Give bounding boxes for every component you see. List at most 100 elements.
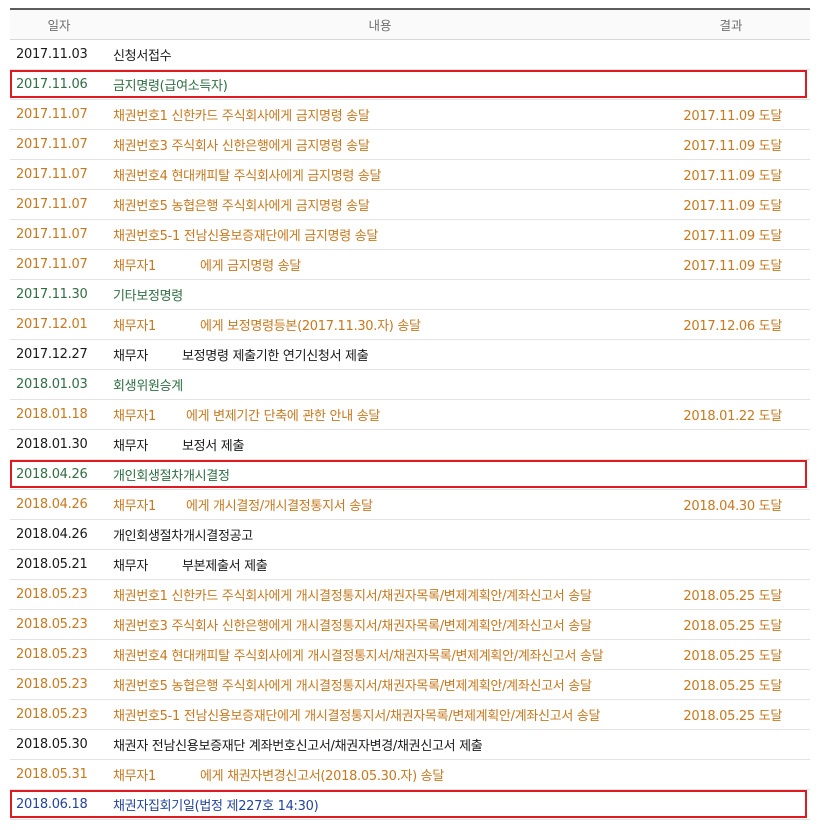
row-content-text: 채권번호1 신한카드 주식회사에게 금지명령 송달: [113, 108, 370, 124]
table-row: 2017.11.07 채권번호3 주식회사 신한은행에게 금지명령 송달 2017.…: [10, 129, 810, 160]
header-date: 일자: [10, 8, 108, 40]
row-content-text: 개인회생절차개시결정공고: [113, 528, 253, 544]
row-result: 2018.05.25 도달: [652, 669, 810, 700]
row-date: 2017.11.07: [10, 189, 108, 220]
row-date: 2018.05.23: [10, 609, 108, 640]
row-content: 채무자1 에게 변제기간 단축에 관한 안내 송달: [108, 399, 652, 430]
row-content-text: 채무자1: [113, 768, 156, 784]
row-date: 2018.04.26: [10, 519, 108, 550]
row-content: 채무자1 에게 보정명령등본(2017.11.30.자) 송달: [108, 309, 652, 340]
row-result: 2017.11.09 도달: [652, 249, 810, 280]
row-content-text: 신청서접수: [113, 48, 172, 64]
row-date: 2017.11.07: [10, 249, 108, 280]
row-result: 2018.05.25 도달: [652, 579, 810, 610]
row-result: [652, 369, 810, 400]
row-content-text-rest: 보정명령 제출기한 연기신청서 제출: [181, 348, 369, 364]
table-row: 2018.05.23 채권번호4 현대캐피탈 주식회사에게 개시결정통지서/채권자…: [10, 639, 810, 670]
table-row: 2017.12.01 채무자1 에게 보정명령등본(2017.11.30.자) 송달…: [10, 309, 810, 340]
row-date: 2018.05.23: [10, 579, 108, 610]
row-date: 2018.01.18: [10, 399, 108, 430]
table-row: 2018.05.30 채권자 전남신용보증재단 계좌번호신고서/채권자변경/채권신…: [10, 729, 810, 760]
row-date: 2017.12.01: [10, 309, 108, 340]
table-row: 2017.11.07 채무자1 에게 금지명령 송달 2017.11.09 도달: [10, 249, 810, 280]
highlight-box: [10, 790, 807, 818]
table-row: 2018.01.30 채무자 보정서 제출: [10, 429, 810, 460]
table-row: 2018.05.23 채권번호5-1 전남신용보증재단에게 개시결정통지서/채권자…: [10, 699, 810, 730]
row-result: 2018.05.25 도달: [652, 639, 810, 670]
row-result: 2018.01.22 도달: [652, 399, 810, 430]
table-row: 2018.05.31 채무자1 에게 채권자변경신고서(2018.05.30.자) …: [10, 759, 810, 790]
row-result: [652, 549, 810, 580]
table-row: 2018.01.03 회생위원승계: [10, 369, 810, 400]
row-content: 채권번호1 신한카드 주식회사에게 개시결정통지서/채권자목록/변제계획안/계좌…: [108, 579, 652, 610]
row-content-text: 채권번호5 농협은행 주식회사에게 개시결정통지서/채권자목록/변제계획안/계좌…: [113, 678, 592, 694]
row-content: 채무자 보정명령 제출기한 연기신청서 제출: [108, 339, 652, 370]
row-content: 채권번호3 주식회사 신한은행에게 개시결정통지서/채권자목록/변제계획안/계좌…: [108, 609, 652, 640]
table-row: 2017.11.07 채권번호1 신한카드 주식회사에게 금지명령 송달 2017.…: [10, 99, 810, 130]
row-result: 2017.12.06 도달: [652, 309, 810, 340]
row-date: 2018.04.26: [10, 489, 108, 520]
case-history-table: 일자 내용 결과 2017.11.03 신청서접수 2017.11.06 금지명령(급…: [10, 8, 810, 820]
row-content: 채무자 부본제출서 제출: [108, 549, 652, 580]
row-date: 2017.11.30: [10, 279, 108, 310]
table-row: 2017.11.30 기타보정명령: [10, 279, 810, 310]
table-row: 2018.04.26 개인회생절차개시결정공고: [10, 519, 810, 550]
row-date: 2018.05.30: [10, 729, 108, 760]
row-result: [652, 759, 810, 790]
row-content: 개인회생절차개시결정공고: [108, 519, 652, 550]
row-content-text: 채권번호3 주식회사 신한은행에게 개시결정통지서/채권자목록/변제계획안/계좌…: [113, 618, 592, 634]
row-content-text-rest: 에게 금지명령 송달: [199, 258, 301, 274]
row-date: 2018.01.03: [10, 369, 108, 400]
row-content: 채무자1 에게 개시결정/개시결정통지서 송달: [108, 489, 652, 520]
case-progress-panel: 일자 내용 결과 2017.11.03 신청서접수 2017.11.06 금지명령(급…: [0, 0, 820, 830]
row-date: 2017.11.07: [10, 99, 108, 130]
row-date: 2018.05.23: [10, 669, 108, 700]
row-date: 2018.05.21: [10, 549, 108, 580]
row-content-text: 채권번호5-1 전남신용보증재단에게 금지명령 송달: [113, 228, 379, 244]
row-content-text-rest: 에게 채권자변경신고서(2018.05.30.자) 송달: [199, 768, 445, 784]
row-content-text: 채권번호5-1 전남신용보증재단에게 개시결정통지서/채권자목록/변제계획안/계…: [113, 708, 601, 724]
row-content: 채권번호1 신한카드 주식회사에게 금지명령 송달: [108, 99, 652, 130]
row-content-text: 채권번호4 현대캐피탈 주식회사에게 개시결정통지서/채권자목록/변제계획안/계…: [113, 648, 604, 664]
row-content: 채권자 전남신용보증재단 계좌번호신고서/채권자변경/채권신고서 제출: [108, 729, 652, 760]
row-result: 2018.05.25 도달: [652, 699, 810, 730]
table-row: 2017.11.07 채권번호5-1 전남신용보증재단에게 금지명령 송달 2017…: [10, 219, 810, 250]
row-content-text: 채권번호4 현대캐피탈 주식회사에게 금지명령 송달: [113, 168, 382, 184]
row-content-text: 기타보정명령: [113, 288, 183, 304]
row-content: 신청서접수: [108, 39, 652, 70]
row-content-text-rest: 에게 개시결정/개시결정통지서 송달: [185, 498, 373, 514]
row-date: 2017.11.07: [10, 129, 108, 160]
row-content-text: 채권번호1 신한카드 주식회사에게 개시결정통지서/채권자목록/변제계획안/계좌…: [113, 588, 592, 604]
row-content: 채무자1 에게 채권자변경신고서(2018.05.30.자) 송달: [108, 759, 652, 790]
row-result: 2018.05.25 도달: [652, 609, 810, 640]
row-result: [652, 729, 810, 760]
row-date: 2017.11.07: [10, 159, 108, 190]
row-content-text: 채무자1: [113, 498, 156, 514]
row-result: [652, 429, 810, 460]
table-row: 2018.04.26 채무자1 에게 개시결정/개시결정통지서 송달 2018.04.…: [10, 489, 810, 520]
row-content: 채권번호4 현대캐피탈 주식회사에게 개시결정통지서/채권자목록/변제계획안/계…: [108, 639, 652, 670]
row-content-text: 채무자: [113, 558, 148, 574]
highlight-box: [10, 70, 807, 98]
row-date: 2018.05.23: [10, 639, 108, 670]
row-result: 2018.04.30 도달: [652, 489, 810, 520]
table-row: 2017.11.07 채권번호4 현대캐피탈 주식회사에게 금지명령 송달 2017…: [10, 159, 810, 190]
row-content-text-rest: 에게 보정명령등본(2017.11.30.자) 송달: [199, 318, 421, 334]
row-content: 채권번호4 현대캐피탈 주식회사에게 금지명령 송달: [108, 159, 652, 190]
row-result: 2017.11.09 도달: [652, 159, 810, 190]
header-content: 내용: [108, 8, 652, 40]
row-date: 2017.12.27: [10, 339, 108, 370]
row-date: 2017.11.03: [10, 39, 108, 70]
row-date: 2018.05.23: [10, 699, 108, 730]
table-row: 2018.05.23 채권번호3 주식회사 신한은행에게 개시결정통지서/채권자목…: [10, 609, 810, 640]
row-result: 2017.11.09 도달: [652, 189, 810, 220]
row-content: 채권번호5 농협은행 주식회사에게 개시결정통지서/채권자목록/변제계획안/계좌…: [108, 669, 652, 700]
row-content-text: 채무자: [113, 348, 148, 364]
row-content-text: 채권번호3 주식회사 신한은행에게 금지명령 송달: [113, 138, 370, 154]
table-row: 2018.05.23 채권번호1 신한카드 주식회사에게 개시결정통지서/채권자목…: [10, 579, 810, 610]
row-result: 2017.11.09 도달: [652, 99, 810, 130]
table-row: 2018.01.18 채무자1 에게 변제기간 단축에 관한 안내 송달 2018.0…: [10, 399, 810, 430]
row-date: 2018.05.31: [10, 759, 108, 790]
row-content: 채권번호3 주식회사 신한은행에게 금지명령 송달: [108, 129, 652, 160]
row-content-text: 채무자1: [113, 258, 156, 274]
